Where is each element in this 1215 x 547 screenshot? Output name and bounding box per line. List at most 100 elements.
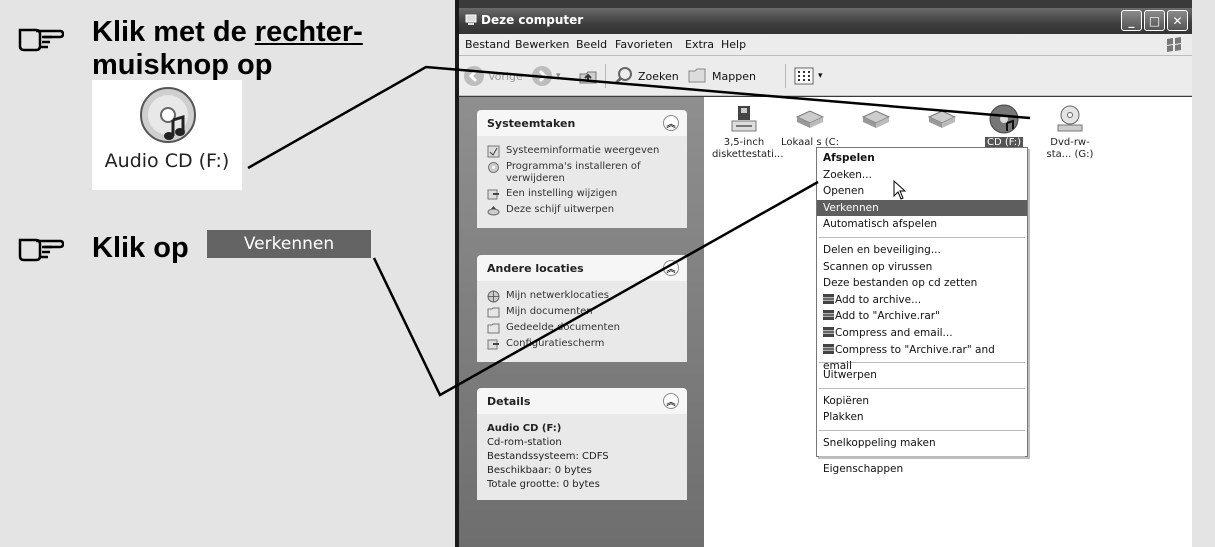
title-bar[interactable]: Deze computer _ □ ✕: [459, 8, 1192, 34]
up-folder-icon: [579, 71, 597, 84]
collapse-icon[interactable]: ︽: [663, 393, 679, 409]
menu-item-paste[interactable]: Plakken: [817, 409, 1027, 426]
menu-item-compress-email[interactable]: Compress and email...: [817, 325, 1027, 342]
details-header[interactable]: Details ︽: [477, 388, 687, 414]
hard-disk-icon: [861, 110, 891, 128]
details-panel: Details ︽ Audio CD (F:) Cd-rom-station B…: [477, 388, 687, 500]
hard-disk-icon: [927, 110, 957, 128]
search-icon: [614, 67, 632, 85]
menu-item-sharing[interactable]: Delen en beveiliging...: [817, 242, 1027, 259]
floppy-icon: [731, 106, 757, 132]
search-label: Zoeken: [638, 69, 679, 83]
pointing-hand-icon: [18, 22, 65, 52]
menu-item-add-archive[interactable]: Add to archive...: [817, 292, 1027, 309]
menu-item-burn-cd[interactable]: Deze bestanden op cd zetten: [817, 275, 1027, 292]
place-link-control-panel[interactable]: Configuratiescherm: [487, 338, 679, 351]
collapse-icon[interactable]: ︽: [663, 260, 679, 276]
menu-item-play[interactable]: Afspelen: [817, 150, 1027, 167]
menu-separator: [819, 455, 1025, 457]
verkennen-illustration: Verkennen: [207, 230, 371, 258]
other-places-header[interactable]: Andere locaties ︽: [477, 255, 687, 281]
folder-icon: [688, 68, 706, 83]
minimize-button[interactable]: _: [1121, 10, 1142, 31]
step2-text: Klik op: [92, 232, 189, 264]
drive-d[interactable]: [844, 103, 908, 137]
pointing-hand-icon: [18, 232, 65, 262]
drive-audio-cd-f[interactable]: CD (F:): [972, 103, 1036, 149]
menu-extra[interactable]: Extra: [685, 38, 714, 51]
control-panel-icon: [487, 189, 499, 200]
place-link-my-documents[interactable]: Mijn documenten: [487, 306, 679, 319]
folders-label: Mappen: [712, 69, 756, 83]
winrar-icon: [823, 343, 834, 354]
documents-icon: [487, 307, 500, 318]
window-title: Deze computer: [481, 13, 584, 27]
menu-item-compress-rar-email[interactable]: Compress to "Archive.rar" and email: [817, 342, 1027, 372]
eject-disk-icon: [487, 206, 500, 216]
system-tasks-header[interactable]: Systeemtaken ︽: [477, 110, 687, 136]
drive-local-c[interactable]: Lokaal s (C:: [778, 103, 842, 149]
close-button[interactable]: ✕: [1167, 10, 1188, 31]
menu-item-virus-scan[interactable]: Scannen op virussen: [817, 259, 1027, 276]
menu-favorieten[interactable]: Favorieten: [615, 38, 673, 51]
back-button[interactable]: Vorige: [463, 64, 523, 88]
step1-text: Klik met de rechter- muisknop op: [92, 16, 363, 81]
views-button[interactable]: ▾: [793, 64, 823, 88]
menu-separator: [819, 236, 1025, 238]
back-arrow-icon: [464, 66, 484, 86]
menu-item-open[interactable]: Openen: [817, 183, 1027, 200]
drive-e[interactable]: [910, 103, 974, 137]
menu-item-properties[interactable]: Eigenschappen: [817, 461, 1027, 478]
network-places-icon: [487, 290, 500, 303]
menu-separator: [819, 387, 1025, 389]
audio-cd-illustration: Audio CD (F:): [92, 80, 242, 190]
menu-bewerken[interactable]: Bewerken: [515, 38, 569, 51]
computer-icon: [465, 14, 477, 25]
drive-dvd-g[interactable]: Dvd-rw-sta... (G:): [1038, 103, 1102, 161]
drive-floppy[interactable]: 3,5-inch diskettestati...: [712, 103, 783, 161]
winrar-icon: [823, 326, 834, 337]
hard-disk-icon: [795, 110, 825, 128]
install-programs-icon: [488, 162, 499, 173]
task-link-change-setting[interactable]: Een instelling wijzigen: [487, 188, 679, 201]
up-folder-button[interactable]: [577, 64, 602, 88]
cd-caption: Audio CD (F:): [104, 150, 230, 172]
other-places-panel: Andere locaties ︽ Mijn netwerklocaties M…: [477, 255, 687, 362]
forward-button[interactable]: ▾: [531, 64, 561, 88]
menu-item-explore[interactable]: Verkennen: [817, 199, 1027, 217]
menu-bar: Bestand Bewerken Beeld Favorieten Extra …: [459, 34, 1192, 56]
winrar-icon: [823, 310, 834, 321]
dvd-drive-icon: [1057, 105, 1083, 132]
windows-logo-icon: [1167, 37, 1181, 52]
menu-item-create-shortcut[interactable]: Snelkoppeling maken: [817, 435, 1027, 452]
menu-help[interactable]: Help: [721, 38, 746, 51]
folders-button[interactable]: Mappen: [687, 64, 756, 88]
task-link-eject-disk[interactable]: Deze schijf uitwerpen: [487, 204, 679, 217]
menu-item-add-archive-rar[interactable]: Add to "Archive.rar": [817, 308, 1027, 325]
instruction-panel: Klik met de rechter- muisknop op Audio C…: [0, 0, 455, 547]
context-menu: Afspelen Zoeken... Openen Verkennen Auto…: [816, 147, 1028, 475]
mouse-cursor-icon: [893, 180, 907, 200]
menu-item-eject[interactable]: Uitwerpen: [817, 367, 1027, 384]
shared-folder-icon: [487, 323, 500, 334]
task-pane: Systeemtaken ︽ Systeeminformatie weergev…: [459, 97, 704, 547]
audio-cd-icon: [140, 87, 196, 143]
maximize-button[interactable]: □: [1144, 10, 1165, 31]
search-button[interactable]: Zoeken: [613, 64, 679, 88]
menu-item-search[interactable]: Zoeken...: [817, 167, 1027, 184]
menu-item-autoplay[interactable]: Automatisch afspelen: [817, 216, 1027, 233]
winrar-icon: [823, 293, 834, 304]
collapse-icon[interactable]: ︽: [663, 115, 679, 131]
task-link-system-info[interactable]: Systeeminformatie weergeven: [487, 145, 679, 158]
task-link-install-programs[interactable]: Programma's installeren of verwijderen: [487, 161, 679, 185]
menu-beeld[interactable]: Beeld: [576, 38, 607, 51]
views-grid-icon: [794, 67, 814, 85]
system-tasks-panel: Systeemtaken ︽ Systeeminformatie weergev…: [477, 110, 687, 228]
audio-cd-icon: [989, 104, 1019, 134]
chevron-down-icon: ▾: [556, 71, 561, 81]
menu-item-copy[interactable]: Kopiëren: [817, 393, 1027, 410]
menu-bestand[interactable]: Bestand: [465, 38, 510, 51]
system-info-icon: [487, 145, 500, 158]
place-link-shared-documents[interactable]: Gedeelde documenten: [487, 322, 679, 335]
place-link-network[interactable]: Mijn netwerklocaties: [487, 290, 679, 303]
